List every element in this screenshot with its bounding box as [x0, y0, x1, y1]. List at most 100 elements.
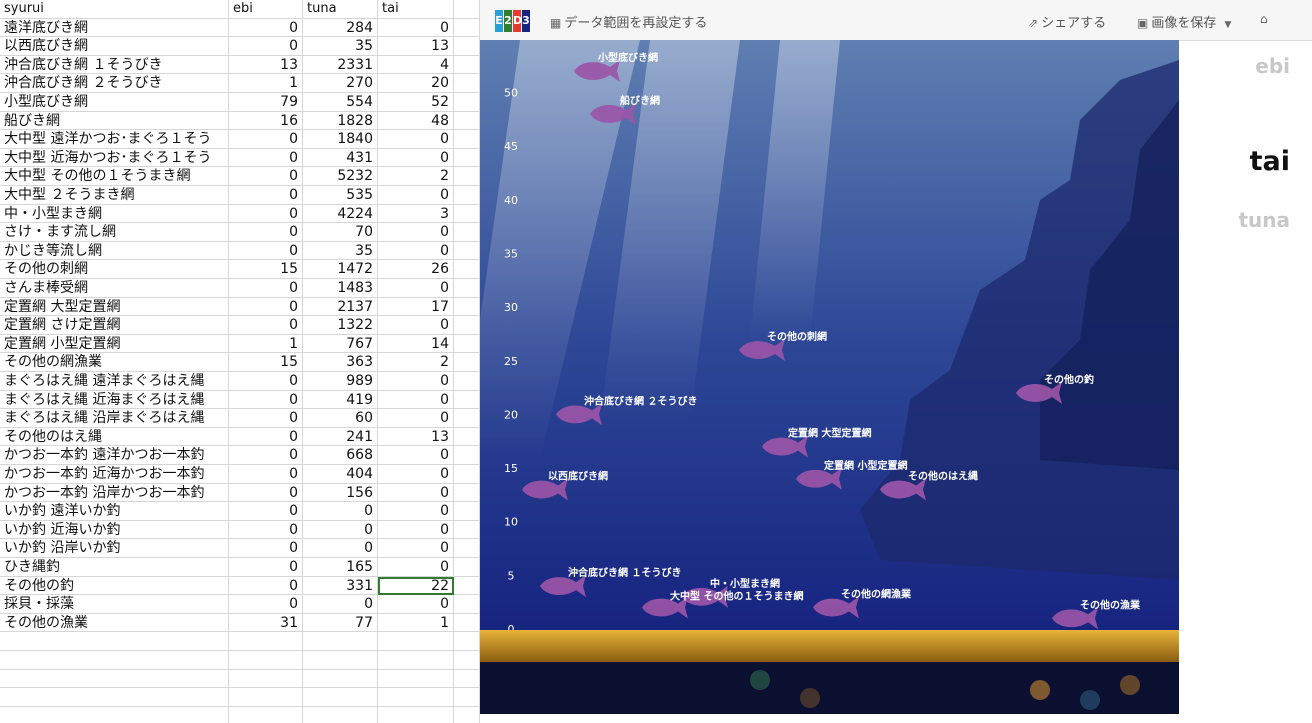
empty-cell[interactable]: [303, 706, 378, 723]
empty-cell[interactable]: [454, 409, 480, 428]
empty-cell[interactable]: [454, 595, 480, 614]
value-cell[interactable]: 4224: [303, 204, 378, 224]
row-label-cell[interactable]: ひき縄釣: [0, 558, 229, 577]
value-cell[interactable]: 0: [229, 576, 303, 596]
empty-cell[interactable]: [229, 688, 303, 707]
empty-cell[interactable]: [0, 651, 229, 670]
value-cell[interactable]: 77: [303, 613, 378, 633]
empty-cell[interactable]: [454, 18, 480, 38]
value-cell[interactable]: 16: [229, 111, 303, 131]
row-label-cell[interactable]: 定置網 さけ定置網: [0, 316, 229, 335]
empty-cell[interactable]: [378, 706, 454, 723]
empty-cell[interactable]: [229, 632, 303, 651]
legend-item-ebi[interactable]: ebi: [1255, 54, 1290, 78]
row-label-cell[interactable]: その他のはえ縄: [0, 427, 229, 447]
value-cell[interactable]: 284: [303, 18, 378, 38]
value-cell[interactable]: 0: [229, 446, 303, 465]
column-header[interactable]: syurui: [0, 0, 229, 19]
value-cell[interactable]: 13: [229, 55, 303, 75]
value-cell[interactable]: 0: [378, 390, 454, 410]
empty-cell[interactable]: [454, 353, 480, 372]
row-label-cell[interactable]: かつお一本釣 沿岸かつお一本釣: [0, 483, 229, 503]
empty-cell[interactable]: [454, 55, 480, 75]
row-label-cell[interactable]: 大中型 近海かつお･まぐろ１そう: [0, 148, 229, 168]
empty-cell[interactable]: [454, 688, 480, 707]
value-cell[interactable]: 0: [229, 390, 303, 410]
value-cell[interactable]: 0: [378, 483, 454, 503]
value-cell[interactable]: 26: [378, 260, 454, 279]
value-cell[interactable]: 241: [303, 427, 378, 447]
empty-cell[interactable]: [454, 539, 480, 558]
value-cell[interactable]: 0: [303, 520, 378, 540]
value-cell[interactable]: 2: [378, 167, 454, 186]
value-cell[interactable]: 989: [303, 372, 378, 391]
empty-cell[interactable]: [454, 93, 480, 112]
value-cell[interactable]: 15: [229, 260, 303, 279]
value-cell[interactable]: 15: [229, 353, 303, 372]
row-label-cell[interactable]: いか釣 遠洋いか釣: [0, 502, 229, 521]
empty-cell[interactable]: [229, 669, 303, 689]
value-cell[interactable]: 767: [303, 334, 378, 354]
row-label-cell[interactable]: かつお一本釣 遠洋かつお一本釣: [0, 446, 229, 465]
column-header[interactable]: ebi: [229, 0, 303, 19]
value-cell[interactable]: 2331: [303, 55, 378, 75]
empty-cell[interactable]: [454, 427, 480, 447]
value-cell[interactable]: 0: [378, 595, 454, 614]
empty-cell[interactable]: [378, 632, 454, 651]
value-cell[interactable]: 0: [378, 446, 454, 465]
value-cell[interactable]: 0: [229, 18, 303, 38]
value-cell[interactable]: 35: [303, 241, 378, 261]
value-cell[interactable]: 79: [229, 93, 303, 112]
empty-cell[interactable]: [454, 502, 480, 521]
value-cell[interactable]: 17: [378, 297, 454, 317]
row-label-cell[interactable]: さけ・ます流し網: [0, 223, 229, 242]
value-cell[interactable]: 0: [229, 409, 303, 428]
row-label-cell[interactable]: 大中型 遠洋かつお･まぐろ１そう: [0, 130, 229, 149]
value-cell[interactable]: 60: [303, 409, 378, 428]
value-cell[interactable]: 0: [229, 167, 303, 186]
value-cell[interactable]: 363: [303, 353, 378, 372]
value-cell[interactable]: 0: [378, 148, 454, 168]
value-cell[interactable]: 31: [229, 613, 303, 633]
value-cell[interactable]: 0: [229, 148, 303, 168]
value-cell[interactable]: 0: [378, 465, 454, 484]
value-cell[interactable]: 0: [229, 130, 303, 149]
row-label-cell[interactable]: 沖合底びき網 １そうびき: [0, 55, 229, 75]
empty-cell[interactable]: [454, 279, 480, 298]
value-cell[interactable]: 0: [229, 372, 303, 391]
row-label-cell[interactable]: 船びき網: [0, 111, 229, 131]
value-cell[interactable]: 35: [303, 37, 378, 56]
value-cell[interactable]: 0: [229, 558, 303, 577]
value-cell[interactable]: 48: [378, 111, 454, 131]
value-cell[interactable]: 0: [229, 539, 303, 558]
value-cell[interactable]: 165: [303, 558, 378, 577]
spreadsheet[interactable]: syurui ebi tuna tai 遠洋底びき網 0 284 0 以西底びき網 0 35…: [0, 0, 480, 723]
empty-cell[interactable]: [0, 669, 229, 689]
value-cell[interactable]: 5232: [303, 167, 378, 186]
row-label-cell[interactable]: 以西底びき網: [0, 37, 229, 56]
value-cell[interactable]: 0: [378, 520, 454, 540]
row-label-cell[interactable]: 沖合底びき網 ２そうびき: [0, 74, 229, 93]
row-label-cell[interactable]: 採貝・採藻: [0, 595, 229, 614]
empty-cell[interactable]: [229, 706, 303, 723]
empty-cell[interactable]: [454, 390, 480, 410]
legend-item-tai[interactable]: tai: [1250, 146, 1290, 177]
share-button[interactable]: ⇗ シェアする: [1028, 12, 1106, 31]
value-cell[interactable]: 270: [303, 74, 378, 93]
value-cell[interactable]: 1: [378, 613, 454, 633]
row-label-cell[interactable]: 中・小型まき網: [0, 204, 229, 224]
value-cell[interactable]: 2137: [303, 297, 378, 317]
empty-cell[interactable]: [454, 520, 480, 540]
value-cell[interactable]: 0: [229, 279, 303, 298]
empty-cell[interactable]: [454, 167, 480, 186]
value-cell[interactable]: 0: [378, 130, 454, 149]
empty-cell[interactable]: [454, 204, 480, 224]
value-cell[interactable]: 0: [229, 297, 303, 317]
value-cell[interactable]: 0: [229, 502, 303, 521]
row-label-cell[interactable]: まぐろはえ縄 近海まぐろはえ縄: [0, 390, 229, 410]
empty-cell[interactable]: [454, 130, 480, 149]
empty-cell[interactable]: [454, 576, 480, 596]
value-cell[interactable]: 0: [229, 37, 303, 56]
value-cell[interactable]: 0: [229, 483, 303, 503]
row-label-cell[interactable]: 小型底びき網: [0, 93, 229, 112]
